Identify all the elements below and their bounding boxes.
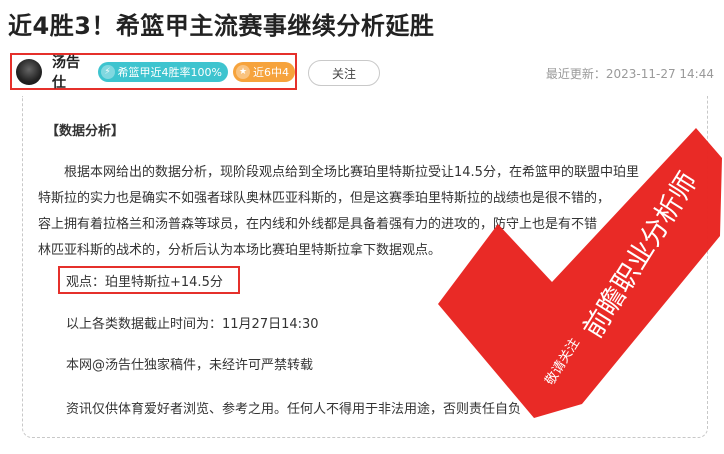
disclaimer-text: 资讯仅供体育爱好者浏览、参考之用。任何人不得用于非法用途，否则责任自负 bbox=[66, 402, 522, 417]
update-time: 最近更新：2023-11-27 14:44 bbox=[545, 67, 714, 81]
analysis-paragraph: 根据本网给出的数据分析，现阶段观点给到全场比赛珀里特斯拉受让14.5分，在希篮甲… bbox=[38, 160, 718, 264]
data-cutoff-text: 以上各类数据截止时间为：11月27日14:30 bbox=[66, 317, 319, 332]
paragraph-line: 特斯拉的实力也是确实不如强者球队奥林匹亚科斯的，但是这赛季珀里特斯拉的战绩也是很… bbox=[38, 191, 611, 206]
paragraph-line: 林匹亚科斯的战术的，分析后认为本场比赛珀里特斯拉拿下数据观点。 bbox=[38, 243, 442, 258]
follow-button[interactable]: 关注 bbox=[308, 60, 380, 86]
author-info-highlight: 汤告仕 ⚡ 希篮甲近4胜率100% ★ 近6中4 bbox=[10, 52, 297, 92]
streak-badge-label: 希篮甲近4胜率100% bbox=[117, 65, 222, 79]
star-icon: ★ bbox=[236, 64, 250, 79]
author-name[interactable]: 汤告仕 bbox=[52, 52, 90, 92]
view-point-highlight: 观点：珀里特斯拉+14.5分 bbox=[58, 266, 240, 294]
author-avatar[interactable] bbox=[16, 58, 42, 85]
article-title: 近4胜3！希篮甲主流赛事继续分析延胜 bbox=[8, 12, 435, 40]
paragraph-line: 容上拥有着拉格兰和汤普森等球员，在内线和外线都是具备着强有力的进攻的，防守上也是… bbox=[38, 217, 598, 232]
copyright-text: 本网@汤告仕独家稿件，未经许可严禁转载 bbox=[66, 358, 314, 373]
record-badge: ★ 近6中4 bbox=[233, 61, 295, 82]
section-title: 【数据分析】 bbox=[46, 124, 125, 139]
lightning-icon: ⚡ bbox=[100, 64, 115, 79]
streak-badge: ⚡ 希篮甲近4胜率100% bbox=[97, 61, 228, 82]
view-point-text: 观点：珀里特斯拉+14.5分 bbox=[66, 274, 223, 290]
record-badge-label: 近6中4 bbox=[253, 65, 289, 79]
paragraph-line: 根据本网给出的数据分析，现阶段观点给到全场比赛珀里特斯拉受让14.5分，在希篮甲… bbox=[64, 165, 639, 180]
